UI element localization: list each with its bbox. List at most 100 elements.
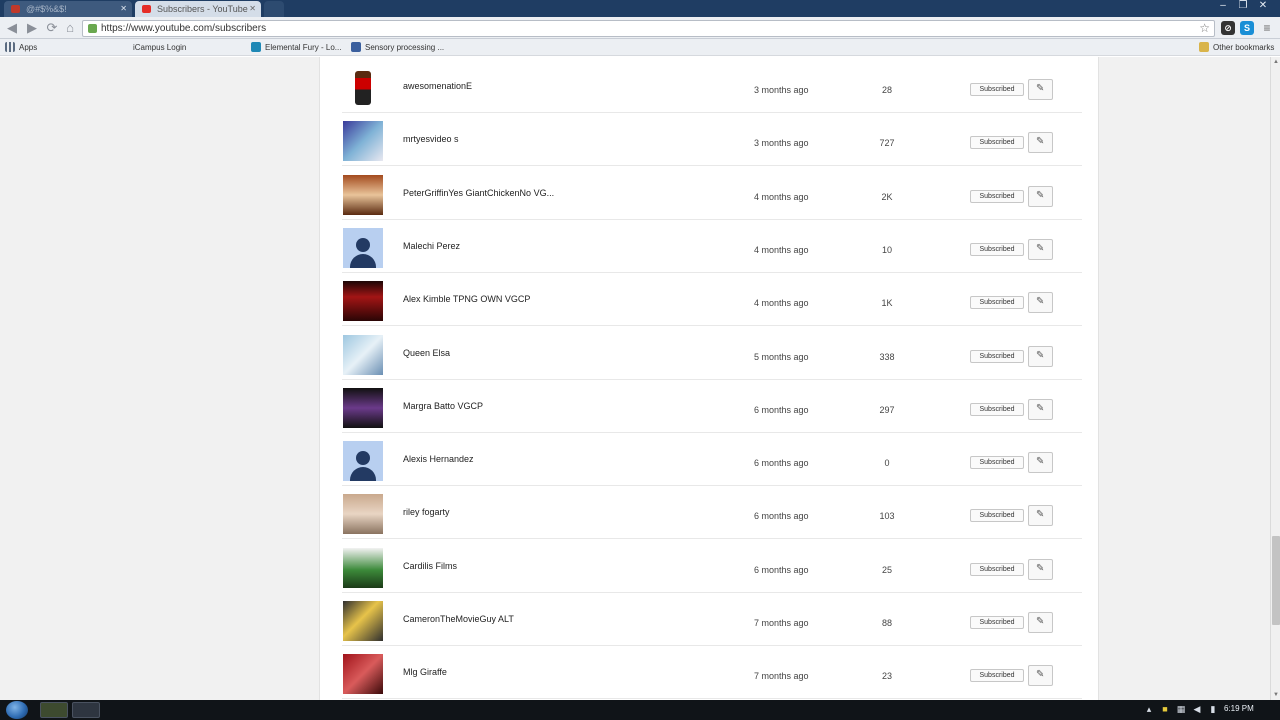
scroll-down-icon[interactable]: ▼	[1271, 690, 1280, 700]
tab-close-icon[interactable]: ✕	[249, 1, 256, 17]
bookmark-icampus[interactable]: iCampus Login	[133, 41, 186, 54]
pencil-icon: ✎	[1036, 296, 1045, 308]
edit-subscription-button[interactable]: ✎	[1028, 505, 1053, 527]
pencil-icon: ✎	[1036, 402, 1045, 414]
start-button[interactable]	[6, 701, 28, 719]
subscriber-count: 25	[881, 564, 892, 575]
clock[interactable]: 6:19 PM	[1224, 703, 1254, 715]
subscribed-button[interactable]: Subscribed	[970, 616, 1024, 629]
channel-name[interactable]: Queen Elsa	[403, 348, 450, 358]
edit-subscription-button[interactable]: ✎	[1028, 132, 1053, 154]
subscribed-button[interactable]: Subscribed	[970, 296, 1024, 310]
avatar[interactable]	[343, 68, 383, 108]
signal-icon[interactable]: ▮	[1208, 703, 1218, 715]
avatar[interactable]	[343, 334, 383, 375]
subscribed-button[interactable]: Subscribed	[970, 136, 1024, 150]
close-button[interactable]: ✕	[1252, 0, 1274, 14]
edit-subscription-button[interactable]: ✎	[1028, 185, 1053, 207]
scrollbar-thumb[interactable]	[1272, 536, 1280, 625]
subscribed-date: 7 months ago	[754, 618, 809, 628]
avatar[interactable]	[343, 387, 383, 428]
tab-close-icon[interactable]: ✕	[120, 1, 127, 17]
address-bar[interactable]: https://www.youtube.com/subscribers ☆	[82, 20, 1215, 37]
bookmark-sensory-processing[interactable]: Sensory processing ...	[351, 41, 444, 54]
subscribed-button[interactable]: Subscribed	[970, 562, 1024, 576]
edit-subscription-button[interactable]: ✎	[1028, 292, 1053, 314]
avatar[interactable]	[343, 441, 383, 482]
edit-subscription-button[interactable]: ✎	[1028, 345, 1053, 367]
tray-network-icon[interactable]: ▦	[1176, 703, 1186, 715]
subscribed-date: 6 months ago	[754, 404, 809, 415]
taskbar-chrome-icon[interactable]	[40, 702, 68, 718]
reload-icon[interactable]: ⟳	[44, 20, 60, 36]
skype-extension-icon[interactable]: S	[1240, 21, 1254, 35]
channel-name[interactable]: mrtyesvideo s	[403, 134, 459, 144]
subscriber-count: 10	[881, 244, 892, 255]
avatar[interactable]	[343, 494, 383, 535]
edit-subscription-button[interactable]: ✎	[1028, 79, 1053, 100]
new-tab-button[interactable]	[264, 1, 284, 17]
subscriber-row: awesomenationE 3 months ago 28 Subscribed ✎	[342, 60, 1082, 113]
subscribers-panel: awesomenationE 3 months ago 28 Subscribed ✎ m…	[319, 57, 1099, 700]
minimize-button[interactable]: –	[1212, 0, 1234, 14]
tab-inactive[interactable]: @#$%&$! ✕	[4, 1, 132, 17]
subscribed-button[interactable]: Subscribed	[970, 83, 1024, 96]
bookmark-elemental-fury[interactable]: Elemental Fury - Lo...	[251, 41, 341, 54]
subscriber-row: Malechi Perez 4 months ago 10 Subscribed ✎	[342, 220, 1082, 273]
forward-icon[interactable]: ▶	[24, 20, 40, 36]
volume-icon[interactable]: ◀	[1192, 703, 1202, 715]
channel-name[interactable]: Cardilis Films	[403, 561, 457, 571]
page-scrollbar[interactable]: ▲ ▼	[1270, 57, 1280, 700]
subscribed-button[interactable]: Subscribed	[970, 402, 1024, 416]
channel-name[interactable]: Margra Batto VGCP	[403, 401, 483, 411]
subscribed-button[interactable]: Subscribed	[970, 669, 1024, 683]
bookmark-apps[interactable]: Apps	[5, 41, 37, 54]
url-text[interactable]: https://www.youtube.com/subscribers	[101, 22, 266, 36]
channel-name[interactable]: riley fogarty	[403, 507, 450, 517]
subscribed-button[interactable]: Subscribed	[970, 189, 1024, 203]
channel-name[interactable]: PeterGriffinYes GiantChickenNo VG...	[403, 188, 554, 198]
channel-name[interactable]: Malechi Perez	[403, 241, 460, 251]
tray-expand-icon[interactable]: ▴	[1144, 703, 1154, 715]
edit-subscription-button[interactable]: ✎	[1028, 398, 1053, 420]
subscribed-button[interactable]: Subscribed	[970, 509, 1024, 523]
pencil-icon: ✎	[1036, 136, 1045, 148]
subscribed-date: 4 months ago	[754, 191, 809, 202]
channel-name[interactable]: Alexis Hernandez	[403, 454, 474, 464]
back-icon[interactable]: ◀	[4, 20, 20, 36]
tab-subscribers[interactable]: Subscribers - YouTube ✕	[135, 1, 261, 17]
restore-button[interactable]: ❐	[1232, 0, 1254, 14]
avatar[interactable]	[343, 601, 383, 641]
edit-subscription-button[interactable]: ✎	[1028, 558, 1053, 580]
avatar[interactable]	[343, 227, 383, 268]
channel-name[interactable]: CameronTheMovieGuy ALT	[403, 614, 514, 624]
menu-icon[interactable]: ≡	[1260, 21, 1274, 35]
extension-block-icon[interactable]: ⊘	[1221, 21, 1235, 35]
edit-subscription-button[interactable]: ✎	[1028, 612, 1053, 633]
bookmark-other[interactable]: Other bookmarks	[1199, 41, 1274, 54]
channel-name[interactable]: Alex Kimble TPNG OWN VGCP	[403, 294, 530, 304]
subscribed-button[interactable]: Subscribed	[970, 456, 1024, 470]
avatar[interactable]	[343, 121, 383, 162]
bookmark-star-icon[interactable]: ☆	[1199, 21, 1210, 36]
scroll-up-icon[interactable]: ▲	[1271, 57, 1280, 67]
avatar[interactable]	[343, 281, 383, 322]
taskbar-app-icon[interactable]	[72, 702, 100, 718]
channel-name[interactable]: Mlg Giraffe	[403, 667, 447, 677]
avatar[interactable]	[343, 174, 383, 215]
home-icon[interactable]: ⌂	[62, 20, 78, 36]
subscribed-button[interactable]: Subscribed	[970, 349, 1024, 363]
secure-lock-icon	[88, 24, 97, 33]
subscribed-button[interactable]: Subscribed	[970, 242, 1024, 256]
edit-subscription-button[interactable]: ✎	[1028, 238, 1053, 260]
tray-app-icon[interactable]: ■	[1160, 703, 1170, 715]
edit-subscription-button[interactable]: ✎	[1028, 665, 1053, 687]
avatar[interactable]	[343, 654, 383, 695]
subscriber-count: 2K	[881, 191, 893, 202]
edit-subscription-button[interactable]: ✎	[1028, 452, 1053, 474]
subscriber-count: 1K	[881, 298, 893, 309]
channel-name[interactable]: awesomenationE	[403, 81, 472, 91]
avatar[interactable]	[343, 547, 383, 588]
youtube-favicon-icon	[142, 5, 151, 13]
subscriber-row: Alex Kimble TPNG OWN VGCP 4 months ago 1K S…	[342, 273, 1082, 327]
